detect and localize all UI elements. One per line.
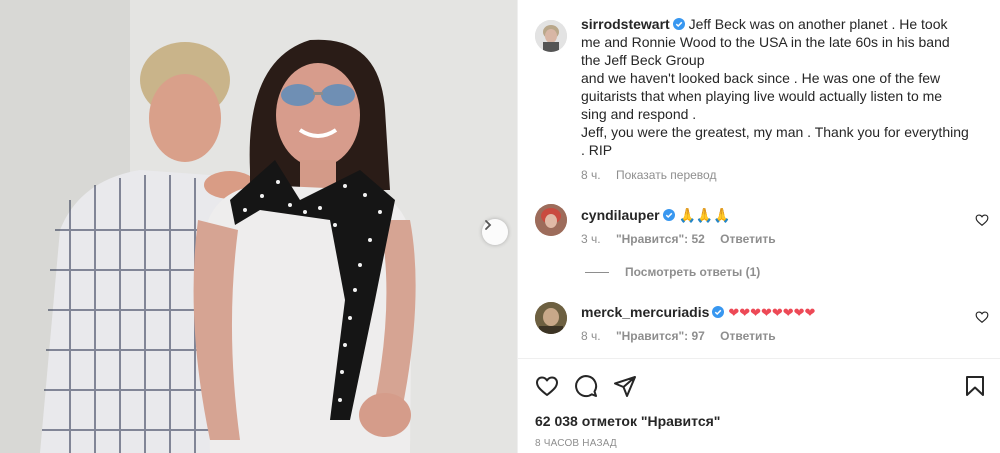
comment-likes-count[interactable]: "Нравится": 97 bbox=[616, 329, 705, 343]
next-photo-button[interactable] bbox=[482, 219, 508, 245]
replies-divider bbox=[585, 271, 609, 273]
send-icon[interactable] bbox=[613, 374, 637, 398]
comment-age: 3 ч. bbox=[581, 232, 601, 246]
caption-line-2: me and Ronnie Wood to the USA in the lat… bbox=[581, 34, 950, 50]
comment-icon[interactable] bbox=[574, 374, 598, 398]
post-sidebar: sirrodstewart Jeff Beck was on another p… bbox=[517, 0, 1000, 453]
like-comment-heart-icon[interactable] bbox=[975, 213, 989, 227]
comment-text: 🙏🙏🙏 bbox=[678, 207, 731, 223]
section-divider bbox=[518, 358, 1000, 359]
comment-meta: 8 ч. "Нравится": 97 Ответить bbox=[581, 329, 788, 343]
likes-count[interactable]: 62 038 отметок "Нравится" bbox=[535, 413, 720, 429]
post-photo-illustration bbox=[0, 0, 517, 453]
author-avatar[interactable] bbox=[535, 20, 567, 52]
bookmark-icon[interactable] bbox=[963, 374, 987, 398]
reply-button[interactable]: Ответить bbox=[720, 232, 775, 246]
commenter-username[interactable]: merck_mercuriadis bbox=[581, 304, 709, 320]
post-caption: sirrodstewart Jeff Beck was on another p… bbox=[581, 15, 986, 184]
caption-meta: 8 ч. Показать перевод bbox=[581, 166, 986, 184]
caption-line-6: sing and respond . bbox=[581, 106, 697, 122]
commenter-avatar[interactable] bbox=[535, 204, 567, 236]
caption-line-8: . RIP bbox=[581, 142, 613, 158]
comment-text: ❤❤❤❤❤❤❤❤ bbox=[728, 306, 816, 321]
verified-badge-icon bbox=[662, 209, 675, 221]
caption-line-5: guitarists that when playing live would … bbox=[581, 88, 943, 104]
view-replies-button[interactable]: Посмотреть ответы (1) bbox=[585, 265, 760, 279]
caption-line-1: Jeff Beck was on another planet . He too… bbox=[688, 16, 948, 32]
post-photo bbox=[0, 0, 517, 453]
heart-icon[interactable] bbox=[535, 374, 559, 398]
post-action-bar bbox=[535, 374, 987, 398]
view-replies-label: Посмотреть ответы (1) bbox=[625, 265, 761, 279]
avatar-image bbox=[535, 20, 567, 52]
reply-button[interactable]: Ответить bbox=[720, 329, 775, 343]
caption-line-3: the Jeff Beck Group bbox=[581, 52, 705, 68]
comment-item: merck_mercuriadis ❤❤❤❤❤❤❤❤ bbox=[581, 303, 815, 323]
verified-badge-icon bbox=[712, 306, 725, 318]
caption-age: 8 ч. bbox=[581, 168, 601, 182]
show-translation-link[interactable]: Показать перевод bbox=[616, 168, 717, 182]
avatar-image bbox=[535, 302, 567, 334]
avatar-image bbox=[535, 204, 567, 236]
comment-meta: 3 ч. "Нравится": 52 Ответить bbox=[581, 232, 788, 246]
verified-badge-icon bbox=[672, 18, 685, 30]
commenter-avatar[interactable] bbox=[535, 302, 567, 334]
author-username[interactable]: sirrodstewart bbox=[581, 16, 670, 32]
like-comment-heart-icon[interactable] bbox=[975, 310, 989, 324]
post-timestamp: 8 ЧАСОВ НАЗАД bbox=[535, 438, 617, 449]
caption-line-4: and we haven't looked back since . He wa… bbox=[581, 70, 941, 86]
comment-likes-count[interactable]: "Нравится": 52 bbox=[616, 232, 705, 246]
comment-item: cyndilauper 🙏🙏🙏 bbox=[581, 206, 731, 224]
commenter-username[interactable]: cyndilauper bbox=[581, 207, 660, 223]
caption-line-7: Jeff, you were the greatest, my man . Th… bbox=[581, 124, 969, 140]
chevron-right-icon bbox=[485, 220, 492, 230]
comment-age: 8 ч. bbox=[581, 329, 601, 343]
